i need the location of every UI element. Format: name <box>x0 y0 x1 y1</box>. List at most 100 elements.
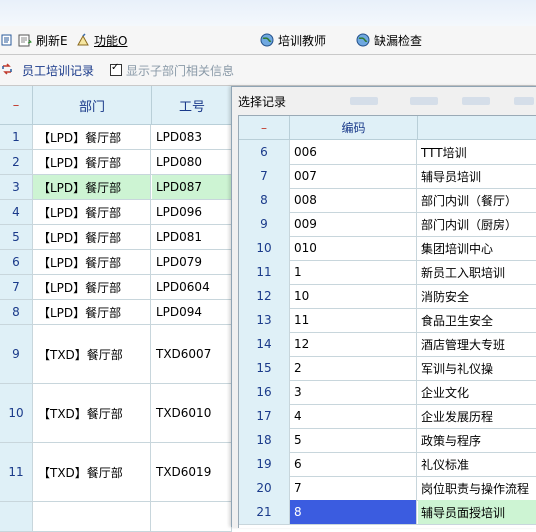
missing-check-button[interactable]: 缺漏检查 <box>356 31 422 49</box>
function-label: 功能O <box>94 33 128 48</box>
row-number: 5 <box>0 225 33 249</box>
table-row[interactable]: 7 【LPD】餐厅部 LPD0604 <box>0 275 232 300</box>
list-item[interactable]: 20 7 岗位职责与操作流程 <box>239 476 536 501</box>
list-item[interactable]: 7 007 辅导员培训 <box>239 164 536 189</box>
department-cell: 【LPD】餐厅部 <box>33 150 151 174</box>
employee-training-tab[interactable]: 员工培训记录 <box>0 61 94 79</box>
row-number: 13 <box>239 308 290 332</box>
code-cell: TXD6010 <box>152 384 232 442</box>
list-item[interactable]: 19 6 礼仪标准 <box>239 452 536 477</box>
row-number: 19 <box>239 452 290 476</box>
name-cell: 辅导员面授培训 <box>418 500 536 524</box>
function-icon <box>76 33 90 47</box>
department-cell: 【LPD】餐厅部 <box>33 275 151 299</box>
row-number: 6 <box>0 250 33 274</box>
row-number: 7 <box>0 275 33 299</box>
grid-header-department[interactable]: 部门 <box>33 86 152 125</box>
refresh-button[interactable]: 刷新E <box>18 31 68 49</box>
department-cell <box>33 502 151 531</box>
code-cell: 7 <box>290 476 417 500</box>
row-number: 4 <box>0 200 33 224</box>
code-cell <box>152 502 232 531</box>
list-item[interactable]: 14 12 酒店管理大专班 <box>239 332 536 357</box>
list-item[interactable]: 21 8 辅导员面授培训 <box>239 500 536 525</box>
name-cell: 礼仪标准 <box>418 452 536 476</box>
department-cell: 【LPD】餐厅部 <box>33 175 151 199</box>
list-item[interactable]: 6 006 TTT培训 <box>239 140 536 165</box>
table-row[interactable]: 6 【LPD】餐厅部 LPD079 <box>0 250 232 275</box>
record-header-marker[interactable]: – <box>239 116 290 140</box>
row-number: 11 <box>0 443 33 501</box>
list-item[interactable]: 8 008 部门内训（餐厅） <box>239 188 536 213</box>
function-button[interactable]: 功能O <box>76 31 127 49</box>
name-cell: 部门内训（厨房） <box>418 212 536 236</box>
edit-button[interactable] <box>0 31 14 49</box>
table-row[interactable]: 3 【LPD】餐厅部 LPD087 <box>0 175 232 200</box>
list-item[interactable]: 11 1 新员工入职培训 <box>239 260 536 285</box>
checkbox-checked[interactable] <box>110 62 122 76</box>
name-cell: 集团培训中心 <box>418 236 536 260</box>
row-number: 3 <box>0 175 33 199</box>
code-cell: 006 <box>290 140 417 164</box>
name-cell: 消防安全 <box>418 284 536 308</box>
table-row[interactable]: 1 【LPD】餐厅部 LPD083 <box>0 125 232 150</box>
department-cell: 【TXD】餐厅部 <box>33 325 151 383</box>
name-cell: TTT培训 <box>418 140 536 164</box>
row-number: 10 <box>0 384 33 442</box>
code-cell: 8 <box>290 500 417 524</box>
row-number: 1 <box>0 125 33 149</box>
list-item[interactable]: 13 11 食品卫生安全 <box>239 308 536 333</box>
code-cell: LPD096 <box>152 200 232 224</box>
list-item[interactable]: 18 5 政策与程序 <box>239 428 536 453</box>
row-number: 12 <box>239 284 290 308</box>
row-number: 14 <box>239 332 290 356</box>
table-row[interactable]: 8 【LPD】餐厅部 LPD094 <box>0 300 232 325</box>
table-row[interactable] <box>0 502 232 532</box>
list-item[interactable]: 17 4 企业发展历程 <box>239 404 536 429</box>
code-cell: 3 <box>290 380 417 404</box>
record-header-code[interactable]: 编码 <box>290 116 418 140</box>
list-item[interactable]: 9 009 部门内训（厨房） <box>239 212 536 237</box>
row-number: 8 <box>0 300 33 324</box>
list-item[interactable]: 16 3 企业文化 <box>239 380 536 405</box>
code-cell: LPD094 <box>152 300 232 324</box>
select-record-dialog: 选择记录 – 编码 6 006 TTT培训 7 007 辅导员培训 8 008 部门内训（餐厅）… <box>231 86 536 528</box>
row-number: 20 <box>239 476 290 500</box>
globe-icon <box>356 33 370 47</box>
faded-header-text <box>462 97 490 105</box>
row-number: 9 <box>0 325 33 383</box>
list-item[interactable]: 15 2 军训与礼仪操 <box>239 356 536 381</box>
table-row[interactable]: 10 【TXD】餐厅部 TXD6010 <box>0 384 232 443</box>
table-row[interactable]: 9 【TXD】餐厅部 TXD6007 <box>0 325 232 384</box>
list-item[interactable]: 12 10 消防安全 <box>239 284 536 309</box>
name-cell: 岗位职责与操作流程 <box>418 476 536 500</box>
code-cell: 1 <box>290 260 417 284</box>
name-cell: 新员工入职培训 <box>418 260 536 284</box>
table-row[interactable]: 4 【LPD】餐厅部 LPD096 <box>0 200 232 225</box>
table-row[interactable]: 5 【LPD】餐厅部 LPD081 <box>0 225 232 250</box>
code-cell: LPD0604 <box>152 275 232 299</box>
table-row[interactable]: 11 【TXD】餐厅部 TXD6019 <box>0 443 232 502</box>
code-cell: LPD087 <box>152 175 232 199</box>
code-cell: 007 <box>290 164 417 188</box>
code-cell: 2 <box>290 356 417 380</box>
list-item[interactable]: 10 010 集团培训中心 <box>239 236 536 261</box>
missing-check-label: 缺漏检查 <box>374 33 423 48</box>
row-number: 16 <box>239 380 290 404</box>
employee-training-label: 员工培训记录 <box>22 63 95 78</box>
code-cell: 12 <box>290 332 417 356</box>
toolbar: 刷新E 功能O 培训教师 缺漏检查 <box>0 26 536 55</box>
record-header-name[interactable] <box>418 116 536 140</box>
code-cell: 4 <box>290 404 417 428</box>
row-number: 11 <box>239 260 290 284</box>
table-row[interactable]: 2 【LPD】餐厅部 LPD080 <box>0 150 232 175</box>
grid-header-marker[interactable]: – <box>0 86 33 125</box>
code-cell: TXD6019 <box>152 443 232 501</box>
options-bar: 员工培训记录 显示子部门相关信息 <box>0 55 536 86</box>
row-number <box>0 502 33 531</box>
grid-header-code[interactable]: 工号 <box>152 86 233 125</box>
show-sub-dept-checkbox[interactable]: 显示子部门相关信息 <box>110 61 234 79</box>
trainer-button[interactable]: 培训教师 <box>260 31 326 49</box>
code-cell: 11 <box>290 308 417 332</box>
dialog-title-bar[interactable]: 选择记录 <box>232 87 536 115</box>
